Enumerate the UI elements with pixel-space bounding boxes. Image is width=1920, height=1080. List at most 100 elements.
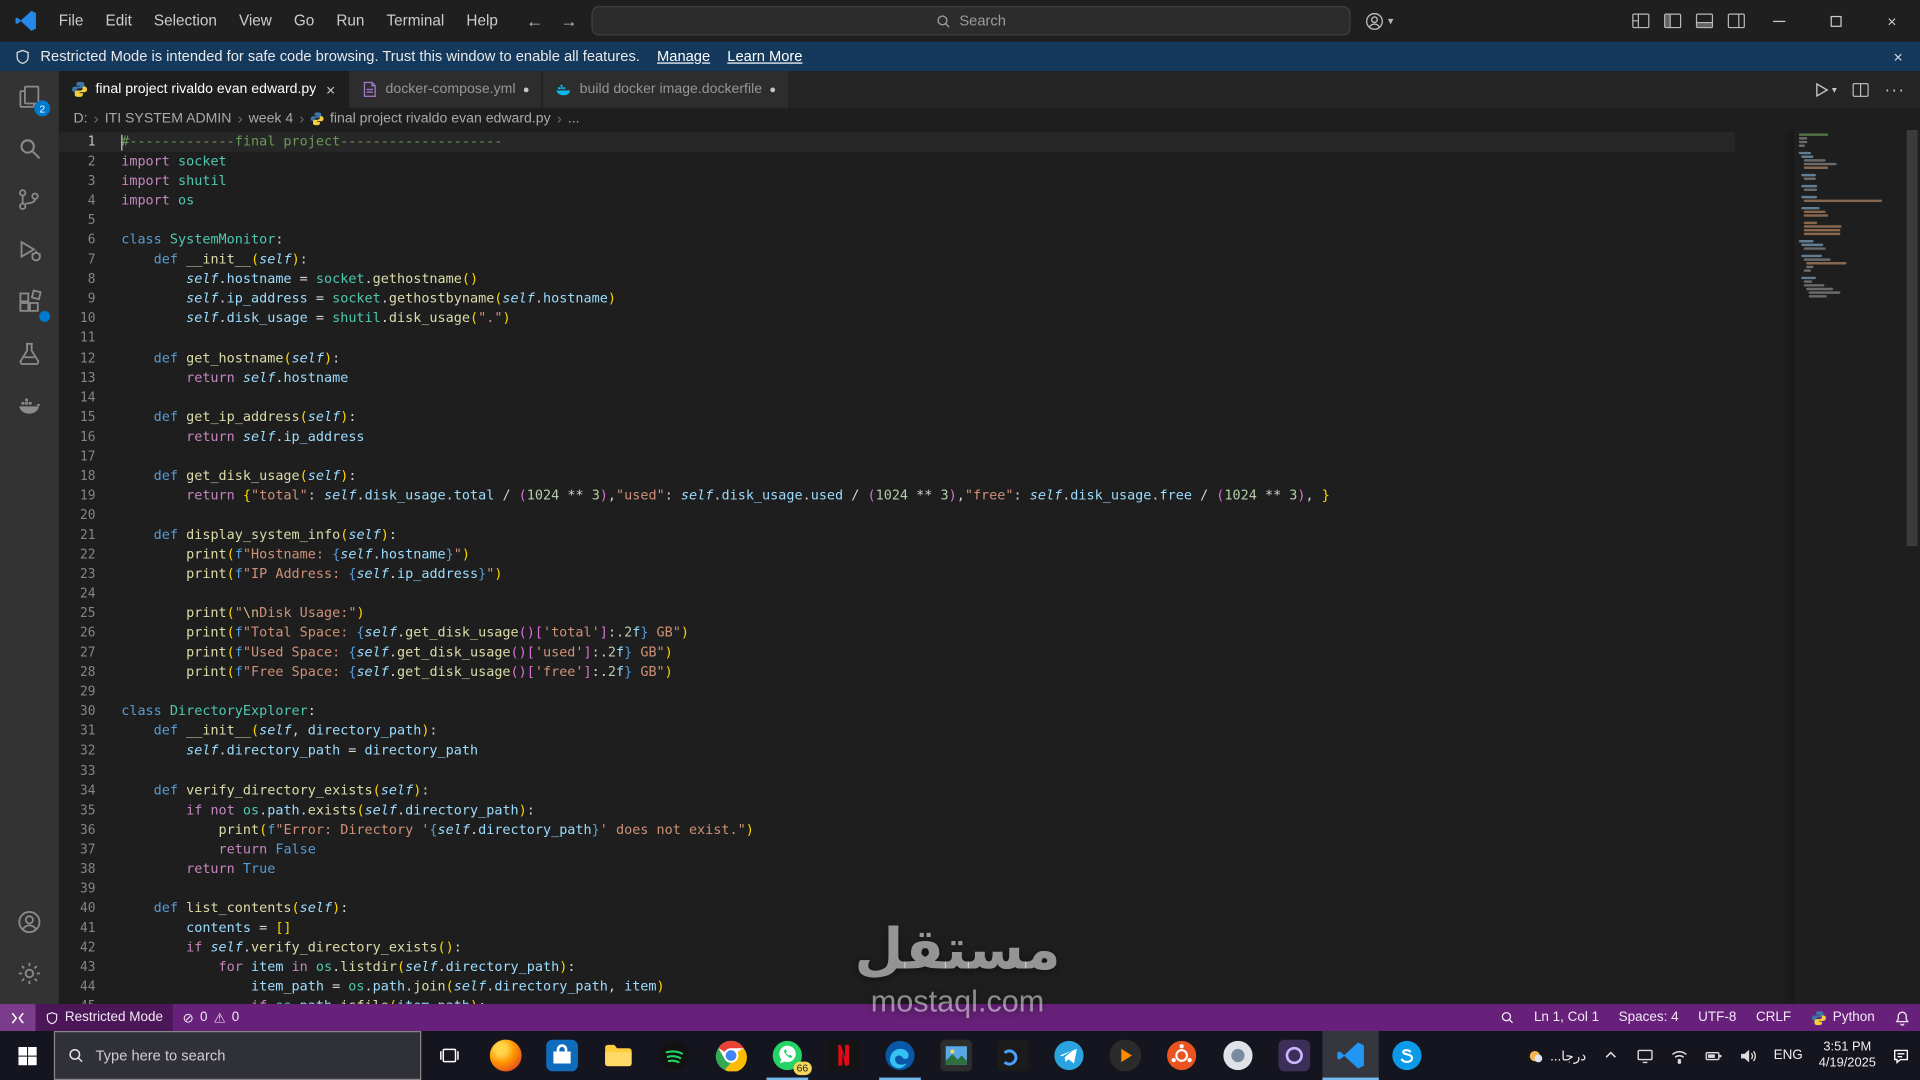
activity-manage[interactable]: [0, 948, 59, 999]
line-number[interactable]: 32: [59, 741, 95, 761]
close-tab-icon[interactable]: ×: [326, 80, 335, 98]
accounts-menu[interactable]: ▾: [1365, 0, 1393, 42]
line-number[interactable]: 24: [59, 584, 95, 604]
code-line-19[interactable]: 19 return {"total": self.disk_usage.tota…: [59, 486, 1735, 506]
line-number[interactable]: 28: [59, 663, 95, 683]
activity-source-control[interactable]: [0, 174, 59, 225]
action-center-icon[interactable]: [1892, 1046, 1910, 1064]
tab-final-project-rivaldo-evan-edward-py[interactable]: final project rivaldo evan edward.py ×: [58, 71, 349, 108]
menu-help[interactable]: Help: [455, 6, 509, 35]
line-number[interactable]: 7: [59, 250, 96, 270]
taskbar-app-dev-tool[interactable]: [984, 1031, 1040, 1080]
line-number[interactable]: 23: [59, 565, 95, 585]
taskbar-search-box[interactable]: Type here to search: [53, 1031, 422, 1080]
activity-extensions[interactable]: [0, 277, 59, 328]
code-line-17[interactable]: 17: [59, 447, 1735, 467]
line-number[interactable]: 17: [59, 447, 95, 467]
taskbar-app-netflix[interactable]: [816, 1031, 872, 1080]
line-number[interactable]: 15: [59, 407, 95, 427]
toggle-secondary-sidebar-icon[interactable]: [1727, 11, 1747, 31]
hidden-icons-chevron[interactable]: [1602, 1045, 1620, 1063]
maximize-button[interactable]: [1807, 0, 1863, 42]
breadcrumb-item[interactable]: week 4: [249, 111, 294, 126]
line-number[interactable]: 44: [59, 977, 95, 997]
display-tray-icon[interactable]: [1636, 1046, 1654, 1064]
code-line-36[interactable]: 36 print(f"Error: Directory '{self.direc…: [59, 820, 1735, 840]
code-line-14[interactable]: 14: [59, 388, 1735, 408]
line-number[interactable]: 35: [59, 800, 95, 820]
activity-explorer[interactable]: 2: [0, 71, 59, 122]
code-line-24[interactable]: 24: [59, 584, 1735, 604]
taskbar-app-screen-capture[interactable]: [1266, 1031, 1322, 1080]
breadcrumb-item[interactable]: D:: [73, 111, 87, 126]
more-actions-icon[interactable]: ···: [1884, 80, 1905, 100]
toggle-primary-sidebar-icon[interactable]: [1663, 11, 1683, 31]
taskbar-app-file-explorer[interactable]: [590, 1031, 646, 1080]
line-number[interactable]: 37: [59, 840, 95, 860]
code-line-16[interactable]: 16 return self.ip_address: [59, 427, 1735, 447]
code-line-27[interactable]: 27 print(f"Used Space: {self.get_disk_us…: [59, 643, 1735, 663]
line-number[interactable]: 13: [59, 368, 95, 388]
code-line-1[interactable]: 1 #-------------final project------------…: [58, 132, 1736, 152]
banner-close-icon[interactable]: ×: [1894, 47, 1903, 65]
code-editor[interactable]: 1 #-------------final project------------…: [58, 129, 1920, 1005]
line-number[interactable]: 21: [59, 525, 95, 545]
line-number[interactable]: 30: [59, 702, 95, 722]
line-number[interactable]: 41: [59, 918, 95, 938]
volume-icon[interactable]: [1739, 1046, 1757, 1064]
status-eol[interactable]: CRLF: [1746, 1004, 1801, 1031]
taskbar-app-chrome[interactable]: [703, 1031, 759, 1080]
code-line-37[interactable]: 37 return False: [59, 840, 1735, 860]
code-line-42[interactable]: 42 if self.verify_directory_exists():: [59, 938, 1735, 958]
line-number[interactable]: 1: [59, 132, 96, 152]
code-line-40[interactable]: 40 def list_contents(self):: [59, 899, 1735, 919]
taskbar-app-firefox[interactable]: [478, 1031, 534, 1080]
manage-link[interactable]: Manage: [657, 48, 710, 65]
menu-terminal[interactable]: Terminal: [375, 6, 455, 35]
line-number[interactable]: 14: [59, 388, 95, 408]
code-line-13[interactable]: 13 return self.hostname: [59, 368, 1735, 388]
run-python-file-button[interactable]: ▾: [1812, 80, 1837, 98]
breadcrumb-item[interactable]: final project rivaldo evan edward.py: [310, 111, 551, 126]
code-line-15[interactable]: 15 def get_ip_address(self):: [59, 407, 1735, 427]
menu-run[interactable]: Run: [325, 6, 375, 35]
line-number[interactable]: 34: [59, 781, 95, 801]
code-line-5[interactable]: 5: [59, 211, 1735, 231]
code-line-31[interactable]: 31 def __init__(self, directory_path):: [59, 722, 1735, 742]
modified-dot-icon[interactable]: ●: [523, 83, 530, 95]
navigate-back-icon[interactable]: ←: [526, 11, 543, 31]
task-view-button[interactable]: [421, 1031, 477, 1080]
status-encoding[interactable]: UTF-8: [1688, 1004, 1746, 1031]
line-number[interactable]: 3: [59, 172, 96, 192]
code-line-9[interactable]: 9 self.ip_address = socket.gethostbyname…: [59, 289, 1735, 309]
line-number[interactable]: 19: [59, 486, 95, 506]
close-button[interactable]: ×: [1864, 0, 1920, 42]
line-number[interactable]: 38: [59, 859, 95, 879]
activity-docker[interactable]: [0, 380, 59, 431]
code-line-23[interactable]: 23 print(f"IP Address: {self.ip_address}…: [59, 565, 1735, 585]
line-number[interactable]: 8: [59, 270, 96, 290]
line-number[interactable]: 6: [59, 230, 96, 250]
status-indentation[interactable]: Spaces: 4: [1609, 1004, 1688, 1031]
vertical-scrollbar[interactable]: [1904, 129, 1920, 1004]
taskbar-app-vscode[interactable]: [1322, 1031, 1379, 1080]
navigate-forward-icon[interactable]: →: [560, 11, 577, 31]
status-search-icon[interactable]: [1490, 1004, 1524, 1031]
code-line-26[interactable]: 26 print(f"Total Space: {self.get_disk_u…: [59, 623, 1735, 643]
taskbar-app-media-player[interactable]: [1097, 1031, 1153, 1080]
taskbar-app-photos[interactable]: [928, 1031, 984, 1080]
activity-accounts[interactable]: [0, 896, 59, 947]
clock[interactable]: 3:51 PM 4/19/2025: [1819, 1039, 1876, 1071]
line-number[interactable]: 31: [59, 722, 95, 742]
weather-widget[interactable]: ...درجا: [1526, 1046, 1586, 1064]
status-cursor-position[interactable]: Ln 1, Col 1: [1524, 1004, 1609, 1031]
taskbar-app-ubuntu[interactable]: [1153, 1031, 1209, 1080]
code-line-3[interactable]: 3 import shutil: [59, 172, 1735, 192]
code-line-38[interactable]: 38 return True: [59, 859, 1735, 879]
line-number[interactable]: 2: [59, 152, 96, 172]
line-number[interactable]: 11: [59, 329, 95, 349]
line-number[interactable]: 27: [59, 643, 95, 663]
breadcrumb-item[interactable]: ITI SYSTEM ADMIN: [105, 111, 232, 126]
line-number[interactable]: 36: [59, 820, 95, 840]
remote-indicator[interactable]: [0, 1004, 36, 1032]
